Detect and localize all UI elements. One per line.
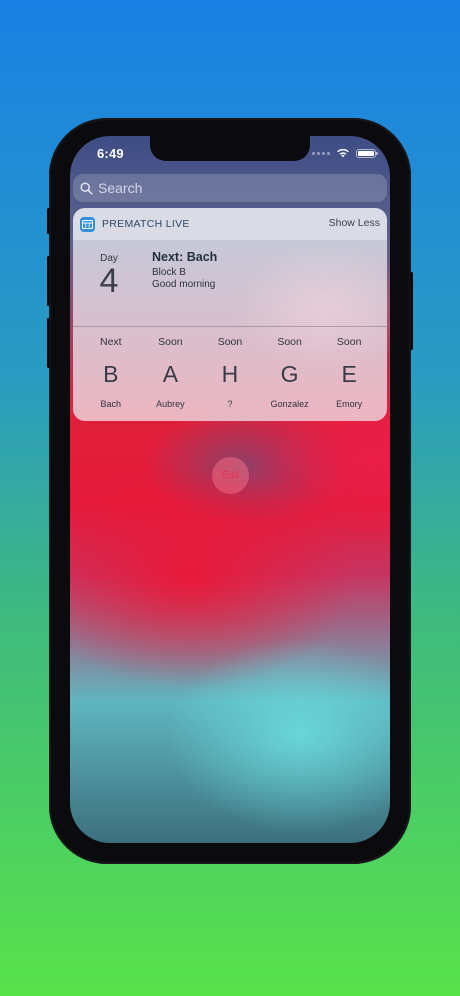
schedule-letter: A — [162, 361, 179, 387]
schedule-row: Next B Bach Soon A Aubrey Soon H ? Soon … — [73, 327, 387, 409]
schedule-letter: B — [103, 361, 119, 387]
calendar-app-icon — [80, 216, 95, 232]
next-class-block: Next: Bach Block B Good morning — [152, 250, 217, 291]
schedule-name: Gonzalez — [270, 399, 309, 409]
schedule-column: Soon E Emory — [319, 336, 379, 409]
widget-header: PREMATCH LIVE Show Less — [73, 208, 387, 240]
schedule-letter: H — [221, 361, 239, 387]
next-class-title: Next: Bach — [152, 250, 218, 264]
show-less-button[interactable]: Show Less — [329, 217, 380, 229]
home-screen: 6:49 Search PREMATCH LIVE Show Less Day … — [70, 136, 390, 843]
schedule-name: Aubrey — [156, 399, 185, 409]
status-time: 6:49 — [97, 146, 124, 161]
schedule-column: Next B Bach — [81, 336, 141, 409]
schedule-column: Soon H ? — [200, 336, 260, 409]
search-placeholder: Search — [98, 180, 143, 196]
volume-up-button — [47, 256, 50, 306]
schedule-head: Soon — [277, 336, 302, 348]
notch — [150, 136, 310, 161]
widget-summary: Day 4 Next: Bach Block B Good morning — [73, 240, 387, 326]
schedule-column: Soon G Gonzalez — [260, 336, 320, 409]
schedule-letter: G — [280, 361, 299, 387]
schedule-name: Bach — [100, 399, 122, 409]
greeting-text: Good morning — [152, 279, 216, 290]
schedule-head: Next — [100, 336, 122, 348]
signal-icon — [312, 151, 330, 155]
schedule-name: Emory — [336, 399, 363, 409]
silent-switch — [47, 208, 50, 234]
power-button — [410, 272, 413, 350]
edit-button[interactable]: Edit — [212, 457, 249, 494]
schedule-head: Soon — [217, 336, 243, 348]
battery-icon — [356, 148, 378, 158]
schedule-head: Soon — [158, 336, 183, 348]
schedule-name: ? — [227, 399, 233, 409]
wifi-icon — [337, 148, 349, 158]
day-block: Day 4 — [91, 253, 127, 298]
prematch-widget[interactable]: PREMATCH LIVE Show Less Day 4 Next: Bach… — [73, 208, 387, 421]
volume-down-button — [47, 318, 50, 368]
schedule-column: Soon A Aubrey — [141, 336, 201, 409]
search-bar[interactable]: Search — [73, 174, 387, 202]
schedule-head: Soon — [336, 336, 362, 348]
next-class-block-label: Block B — [152, 267, 186, 278]
schedule-letter: E — [341, 361, 357, 387]
widget-app-name: PREMATCH LIVE — [102, 218, 190, 230]
day-number: 4 — [99, 262, 119, 300]
search-icon — [80, 181, 93, 195]
status-icons — [312, 148, 378, 158]
